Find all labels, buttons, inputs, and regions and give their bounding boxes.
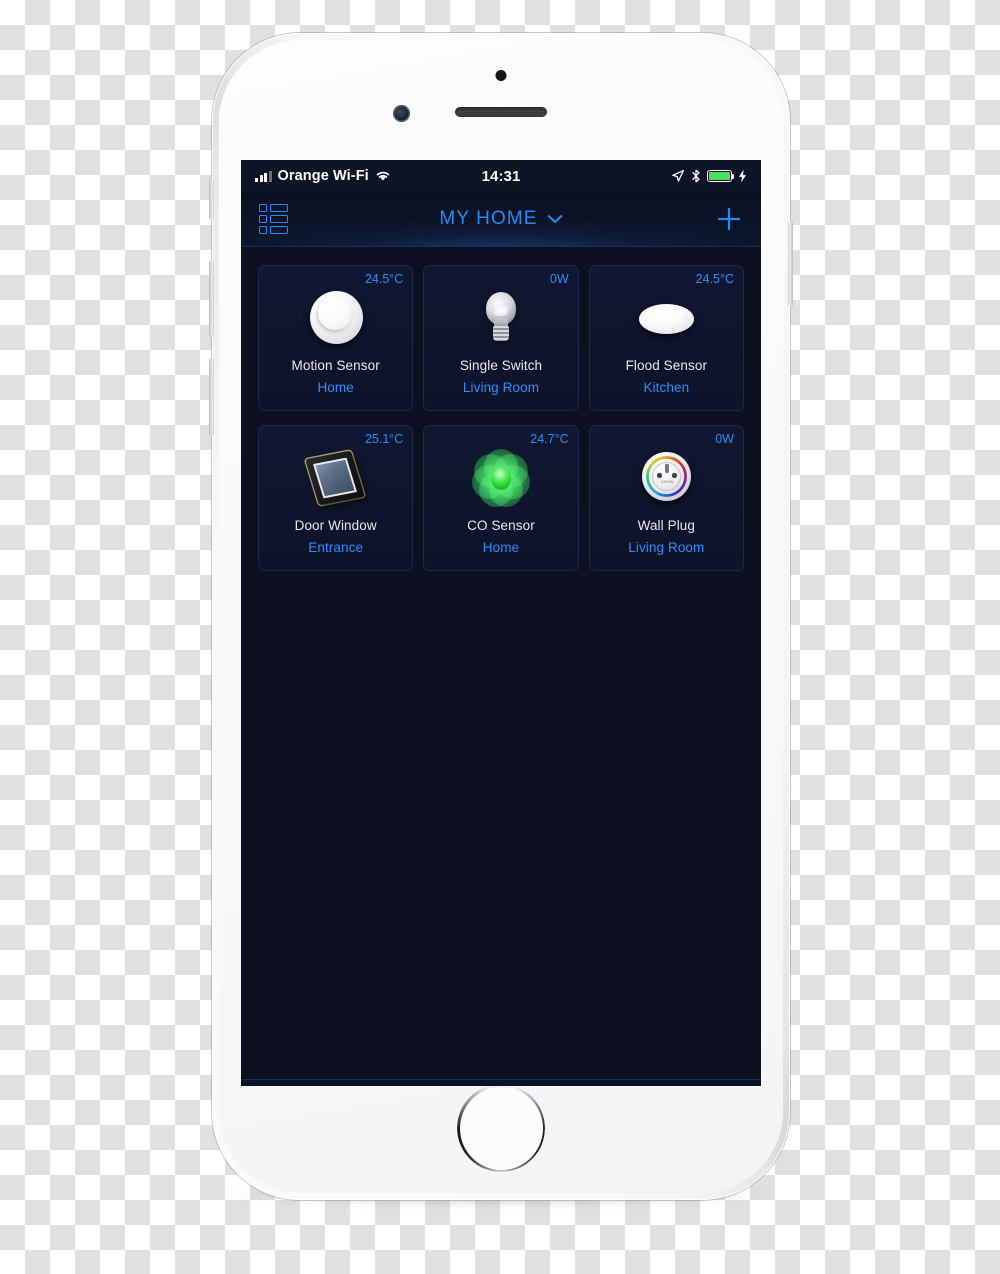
device-name: Single Switch bbox=[459, 358, 543, 373]
device-room: Entrance bbox=[308, 540, 364, 555]
device-room: Living Room bbox=[628, 540, 705, 555]
device-metric: 0W bbox=[715, 432, 734, 446]
device-name: Door Window bbox=[294, 518, 377, 533]
earpiece-speaker-icon bbox=[455, 107, 547, 117]
status-bar-left: Orange Wi-Fi bbox=[255, 168, 501, 184]
front-camera-icon bbox=[393, 105, 410, 122]
plus-icon[interactable] bbox=[715, 205, 743, 233]
flood-sensor-icon bbox=[633, 288, 699, 350]
device-card-flood-sensor[interactable]: 24.5°C Flood Sensor Kitchen bbox=[588, 265, 744, 411]
grid-list-view-icon[interactable] bbox=[259, 204, 288, 234]
lightning-bolt-icon bbox=[739, 169, 746, 183]
motion-sensor-icon bbox=[303, 288, 369, 350]
location-arrow-icon bbox=[672, 169, 685, 182]
power-button[interactable] bbox=[788, 221, 793, 307]
light-bulb-icon bbox=[468, 288, 534, 350]
device-card-wall-plug[interactable]: 0W 2300W Wall Plug Living Room bbox=[588, 425, 744, 571]
device-card-single-switch[interactable]: 0W Single Switch Living Room bbox=[423, 265, 579, 411]
device-room: Kitchen bbox=[643, 380, 690, 395]
carrier-label: Orange Wi-Fi bbox=[277, 168, 369, 184]
device-card-motion-sensor[interactable]: 24.5°C Motion Sensor Home bbox=[258, 265, 414, 411]
device-card-door-window[interactable]: 25.1°C Door Window Entrance bbox=[258, 425, 414, 571]
mute-switch-button[interactable] bbox=[209, 178, 214, 220]
device-name: Motion Sensor bbox=[291, 358, 380, 373]
device-metric: 25.1°C bbox=[364, 432, 404, 446]
device-name: Wall Plug bbox=[637, 518, 696, 533]
status-bar-right bbox=[501, 169, 747, 183]
home-selector-button[interactable]: MY HOME bbox=[319, 208, 683, 230]
nav-bar-right bbox=[683, 205, 743, 233]
device-room: Home bbox=[482, 540, 520, 555]
device-card-co-sensor[interactable]: 24.7°C CO Sensor Home bbox=[423, 425, 579, 571]
phone-screen: Orange Wi-Fi 14:31 MY HOME 24.5°C Motion… bbox=[241, 160, 761, 1086]
device-grid: 24.5°C Motion Sensor Home 0W Single Swit… bbox=[258, 265, 744, 571]
status-bar: Orange Wi-Fi 14:31 bbox=[241, 160, 761, 192]
co-sensor-icon bbox=[468, 448, 534, 510]
page-title: MY HOME bbox=[439, 208, 538, 229]
device-room: Living Room bbox=[462, 380, 540, 395]
device-metric: 24.7°C bbox=[530, 432, 569, 446]
device-metric: 24.5°C bbox=[695, 272, 734, 286]
cellular-signal-icon bbox=[255, 170, 272, 182]
device-name: Flood Sensor bbox=[625, 358, 708, 373]
proximity-sensor-icon bbox=[495, 70, 507, 81]
volume-up-button[interactable] bbox=[209, 260, 214, 338]
dashboard-device-area: 24.5°C Motion Sensor Home 0W Single Swit… bbox=[241, 247, 761, 1079]
home-button[interactable] bbox=[457, 1084, 545, 1172]
device-room: Home bbox=[317, 380, 354, 395]
chevron-down-icon bbox=[547, 215, 562, 223]
device-name: CO Sensor bbox=[467, 518, 535, 533]
device-metric: 0W bbox=[549, 272, 569, 286]
volume-down-button[interactable] bbox=[209, 358, 214, 436]
wall-plug-icon: 2300W bbox=[633, 448, 699, 510]
nav-bar-left bbox=[259, 204, 319, 234]
bottom-tab-bar: Dashboard Scenes Rooms bbox=[241, 1079, 761, 1086]
navigation-bar: MY HOME bbox=[241, 192, 761, 247]
wifi-icon bbox=[376, 171, 390, 181]
door-window-sensor-icon bbox=[303, 448, 369, 510]
battery-level-fill bbox=[709, 172, 730, 180]
battery-icon bbox=[707, 170, 735, 182]
bluetooth-icon bbox=[692, 169, 700, 183]
device-metric: 24.5°C bbox=[364, 272, 404, 286]
